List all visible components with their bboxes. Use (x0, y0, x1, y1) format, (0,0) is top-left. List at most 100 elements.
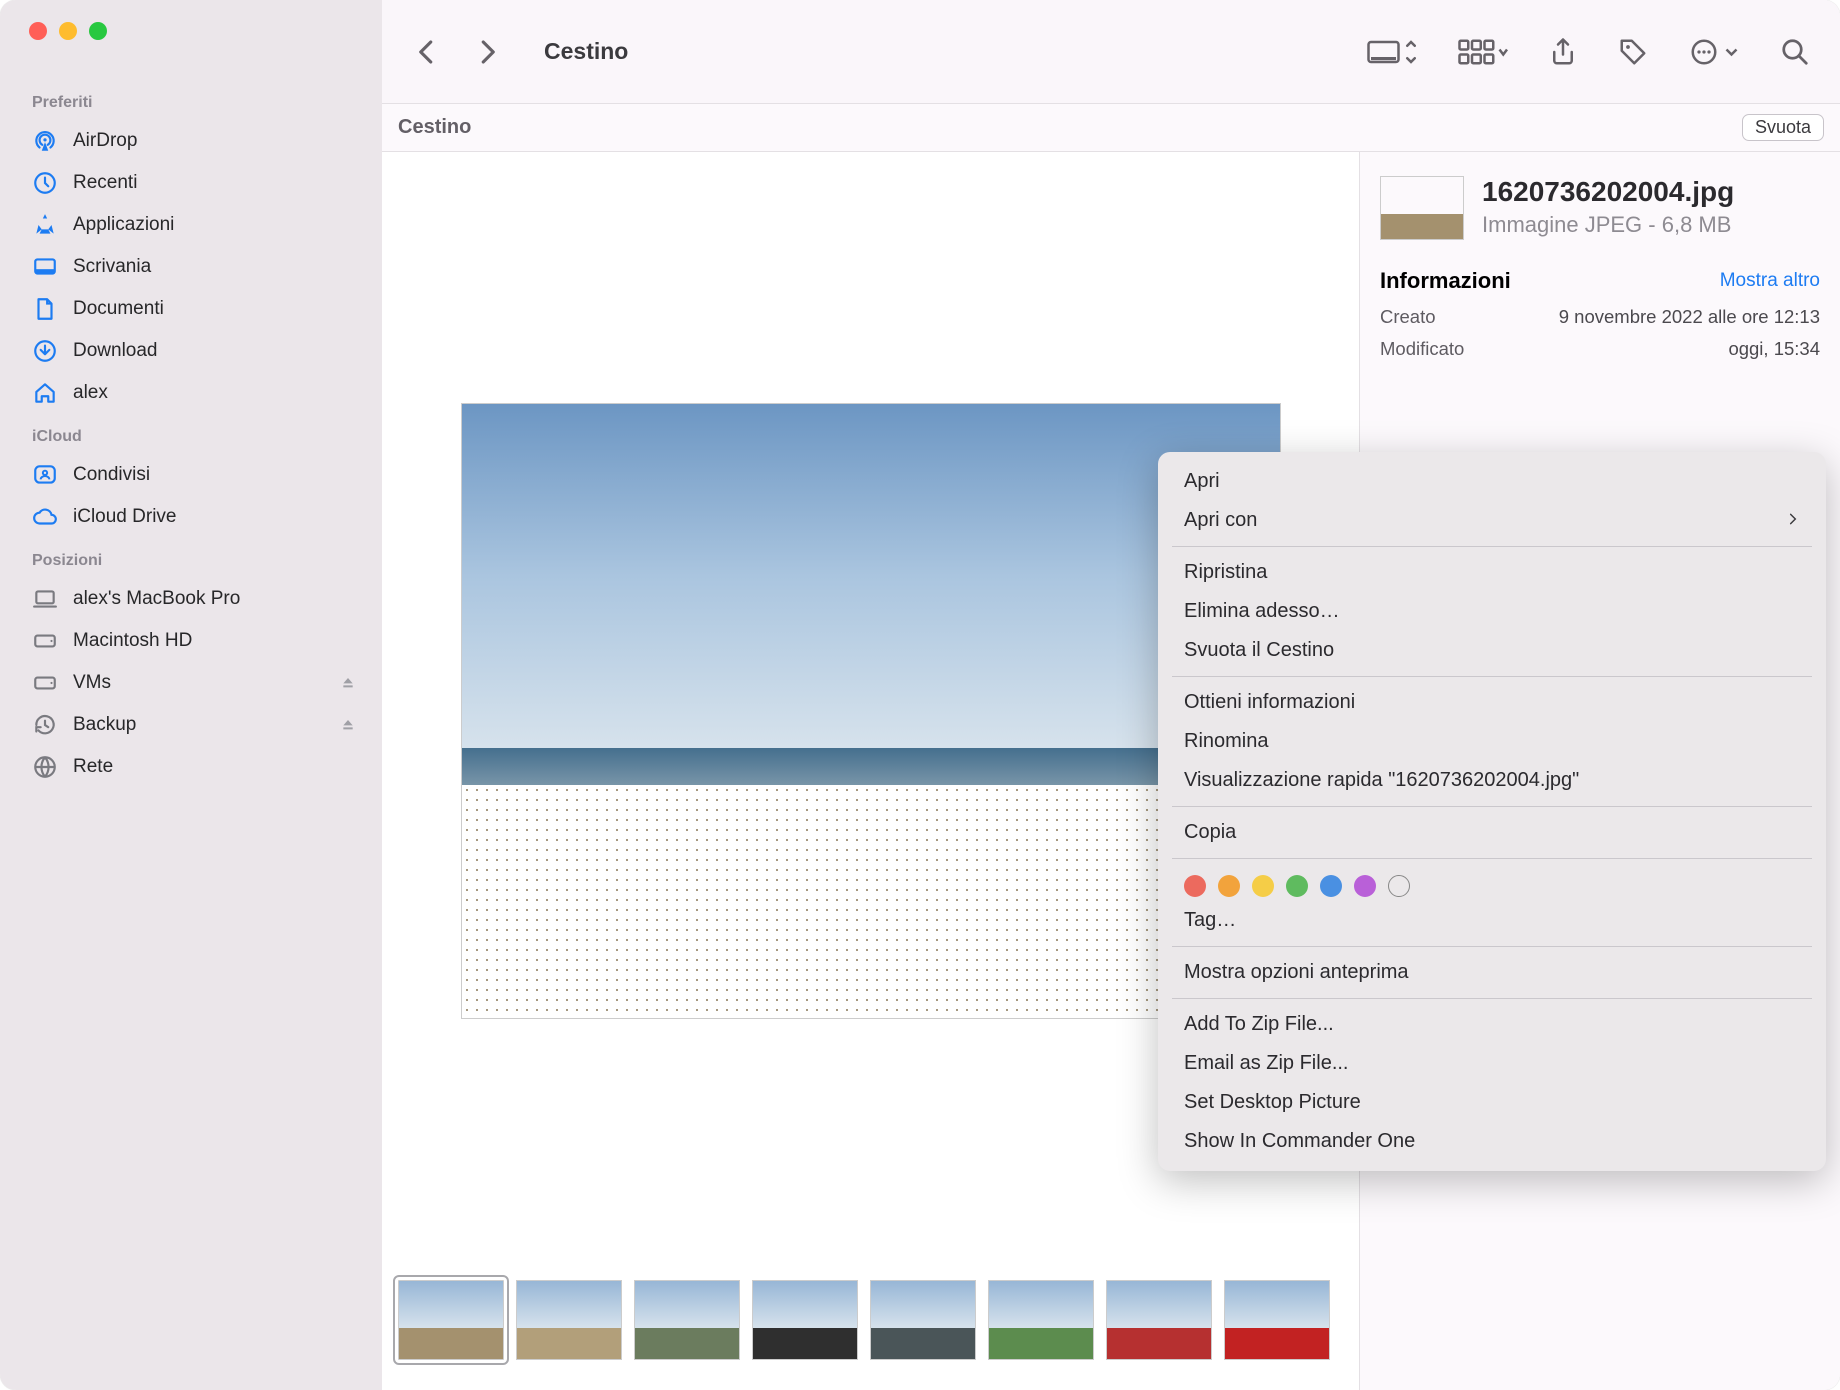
view-mode-button[interactable] (1366, 37, 1416, 67)
menu-item[interactable]: Show In Commander One (1158, 1122, 1826, 1161)
eject-icon[interactable] (340, 716, 356, 735)
share-button[interactable] (1548, 37, 1578, 67)
tag-colors-row (1158, 865, 1826, 901)
thumbnail[interactable] (1224, 1280, 1330, 1360)
airdrop-icon (32, 128, 58, 154)
file-kind-size: Immagine JPEG - 6,8 MB (1482, 212, 1734, 238)
empty-trash-button[interactable]: Svuota (1742, 114, 1824, 141)
clock-icon (32, 170, 58, 196)
sidebar-item[interactable]: Download (24, 330, 364, 372)
menu-item[interactable]: Svuota il Cestino (1158, 631, 1826, 670)
timemachine-icon (32, 712, 58, 738)
menu-item[interactable]: Apri (1158, 462, 1826, 501)
menu-item[interactable]: Email as Zip File... (1158, 1044, 1826, 1083)
toolbar: Cestino (382, 0, 1840, 104)
sidebar-item-label: Recenti (73, 172, 137, 194)
sidebar-item[interactable]: Backup (24, 704, 364, 746)
download-icon (32, 338, 58, 364)
main-area: Cestino Cestino Svuota (382, 0, 1840, 1390)
info-row: Creato 9 novembre 2022 alle ore 12:13 (1380, 306, 1820, 328)
chevron-right-icon (1786, 510, 1800, 531)
tag-color[interactable] (1252, 875, 1274, 897)
laptop-icon (32, 586, 58, 612)
sidebar-item-label: Scrivania (73, 256, 151, 278)
path-location: Cestino (398, 116, 471, 139)
sidebar-item[interactable]: Rete (24, 746, 364, 788)
network-icon (32, 754, 58, 780)
sidebar-item-label: alex's MacBook Pro (73, 588, 240, 610)
sidebar-item[interactable]: iCloud Drive (24, 496, 364, 538)
menu-item[interactable]: Add To Zip File... (1158, 1005, 1826, 1044)
sidebar-item[interactable]: alex's MacBook Pro (24, 578, 364, 620)
path-bar: Cestino Svuota (382, 104, 1840, 152)
menu-item[interactable]: Ripristina (1158, 553, 1826, 592)
sidebar-item-label: Backup (73, 714, 136, 736)
sidebar-item[interactable]: Scrivania (24, 246, 364, 288)
menu-item[interactable]: Set Desktop Picture (1158, 1083, 1826, 1122)
sidebar-item[interactable]: AirDrop (24, 120, 364, 162)
tag-color[interactable] (1218, 875, 1240, 897)
sidebar-item-label: AirDrop (73, 130, 137, 152)
info-label: Creato (1380, 306, 1436, 328)
thumbnail[interactable] (1106, 1280, 1212, 1360)
sidebar-section-label: iCloud (32, 428, 364, 446)
fullscreen-window-button[interactable] (89, 22, 107, 40)
search-button[interactable] (1780, 37, 1810, 67)
sidebar-item-label: Rete (73, 756, 113, 778)
thumbnail[interactable] (870, 1280, 976, 1360)
sidebar-item[interactable]: Condivisi (24, 454, 364, 496)
info-section-title: Informazioni (1380, 268, 1511, 294)
sidebar-item[interactable]: VMs (24, 662, 364, 704)
nav-back-button[interactable] (412, 37, 442, 67)
info-row: Modificato oggi, 15:34 (1380, 338, 1820, 360)
sidebar-item[interactable]: Applicazioni (24, 204, 364, 246)
menu-separator (1172, 946, 1812, 947)
sidebar-item[interactable]: alex (24, 372, 364, 414)
thumbnail[interactable] (752, 1280, 858, 1360)
sidebar-item-label: iCloud Drive (73, 506, 176, 528)
sidebar-item[interactable]: Macintosh HD (24, 620, 364, 662)
minimize-window-button[interactable] (59, 22, 77, 40)
sidebar-item-label: Applicazioni (73, 214, 174, 236)
window-title: Cestino (544, 38, 628, 65)
tags-button[interactable] (1618, 37, 1648, 67)
sidebar-item[interactable]: Documenti (24, 288, 364, 330)
menu-item[interactable]: Elimina adesso… (1158, 592, 1826, 631)
sidebar-item-label: alex (73, 382, 108, 404)
menu-item[interactable]: Apri con (1158, 501, 1826, 540)
thumbnail[interactable] (398, 1280, 504, 1360)
actions-button[interactable] (1688, 37, 1740, 67)
thumbnail[interactable] (634, 1280, 740, 1360)
tag-color[interactable] (1184, 875, 1206, 897)
info-value: oggi, 15:34 (1728, 338, 1820, 360)
thumbnail[interactable] (516, 1280, 622, 1360)
thumbnail[interactable] (988, 1280, 1094, 1360)
tag-color[interactable] (1286, 875, 1308, 897)
thumbnails-strip (382, 1270, 1359, 1390)
sidebar-item[interactable]: Recenti (24, 162, 364, 204)
nav-forward-button[interactable] (472, 37, 502, 67)
tag-color[interactable] (1388, 875, 1410, 897)
info-value: 9 novembre 2022 alle ore 12:13 (1559, 306, 1820, 328)
show-more-link[interactable]: Mostra altro (1720, 270, 1820, 292)
eject-icon[interactable] (340, 674, 356, 693)
tag-color[interactable] (1320, 875, 1342, 897)
sidebar-section-label: Posizioni (32, 552, 364, 570)
menu-item[interactable]: Ottieni informazioni (1158, 683, 1826, 722)
info-label: Modificato (1380, 338, 1464, 360)
menu-separator (1172, 858, 1812, 859)
menu-separator (1172, 546, 1812, 547)
menu-separator (1172, 806, 1812, 807)
menu-item[interactable]: Copia (1158, 813, 1826, 852)
menu-item[interactable]: Tag… (1158, 901, 1826, 940)
tag-color[interactable] (1354, 875, 1376, 897)
sidebar-item-label: Download (73, 340, 158, 362)
menu-item[interactable]: Mostra opzioni anteprima (1158, 953, 1826, 992)
menu-item[interactable]: Rinomina (1158, 722, 1826, 761)
close-window-button[interactable] (29, 22, 47, 40)
hdd-icon (32, 670, 58, 696)
menu-separator (1172, 676, 1812, 677)
menu-item[interactable]: Visualizzazione rapida "1620736202004.jp… (1158, 761, 1826, 800)
group-button[interactable] (1456, 37, 1508, 67)
sidebar-section-label: Preferiti (32, 94, 364, 112)
